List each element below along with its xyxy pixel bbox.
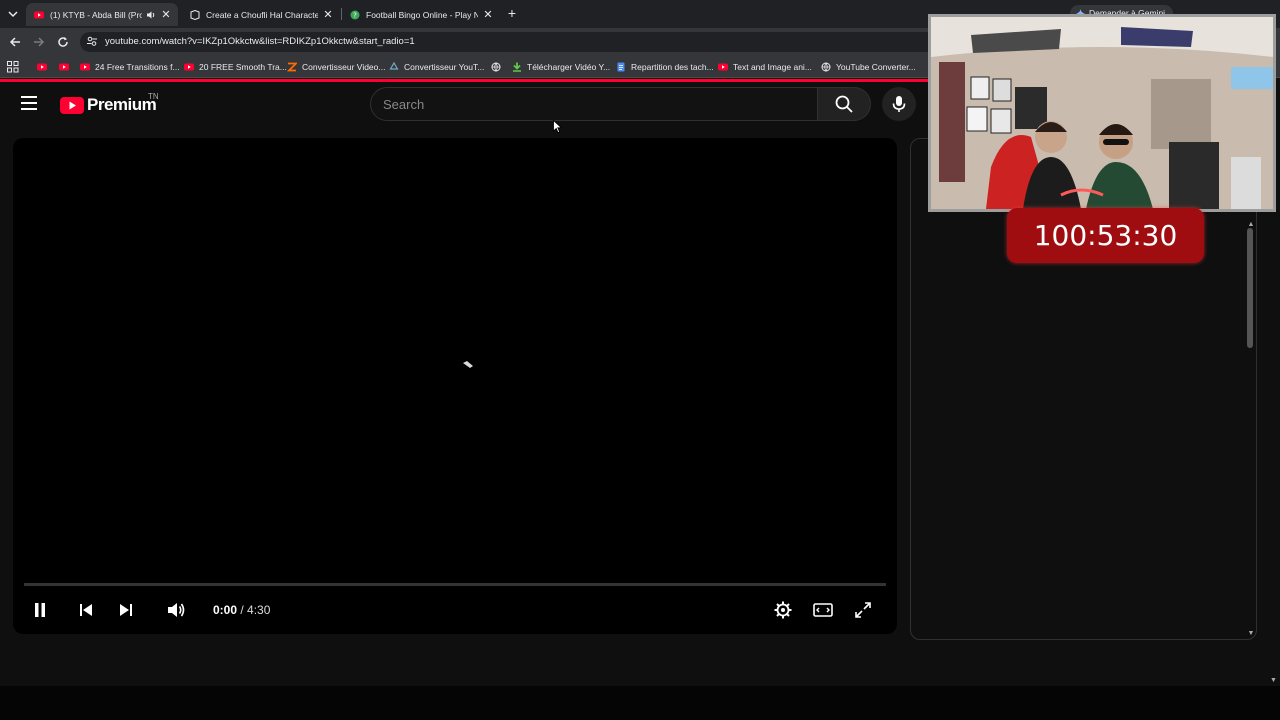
scroll-down-icon[interactable]: ▼ <box>1247 630 1255 637</box>
bookmark-item[interactable] <box>491 60 506 74</box>
tab-football-bingo[interactable]: ? Football Bingo Online - Play N ✕ <box>342 3 500 26</box>
settings-button[interactable] <box>773 600 793 620</box>
page-scroll-down-icon[interactable]: ▼ <box>1270 677 1277 684</box>
close-tab-icon[interactable]: ✕ <box>322 9 334 21</box>
loading-spinner-icon <box>463 361 473 368</box>
previous-button[interactable] <box>76 600 96 620</box>
webcam-overlay <box>928 14 1276 212</box>
reload-icon[interactable] <box>56 35 70 49</box>
next-button[interactable] <box>116 600 136 620</box>
docs-icon <box>616 62 626 72</box>
bookmark-label: YouTube Converter... <box>836 62 916 72</box>
apps-grid-icon[interactable] <box>7 61 19 73</box>
pause-button[interactable] <box>30 600 50 620</box>
theater-mode-button[interactable] <box>813 600 833 620</box>
gear-icon <box>774 601 792 619</box>
tab-title: Football Bingo Online - Play N <box>366 9 478 20</box>
youtube-icon <box>34 10 44 20</box>
volume-icon <box>168 603 185 617</box>
recycle-icon <box>389 62 399 72</box>
tab-search-chevron-icon[interactable] <box>6 7 20 21</box>
logo-text: Premium <box>87 95 157 114</box>
time-display: 0:00 / 4:30 <box>213 603 270 617</box>
volume-button[interactable] <box>166 600 186 620</box>
menu-icon[interactable] <box>21 96 39 110</box>
site-settings-icon[interactable] <box>86 35 98 47</box>
youtube-icon <box>184 62 194 72</box>
tab-title: (1) KTYB - Abda Bill (Prod B <box>50 9 142 20</box>
youtube-icon <box>37 62 47 72</box>
tab-choufli-hal[interactable]: Create a Choufli Hal Character ✕ <box>182 3 340 26</box>
search-input[interactable] <box>383 95 803 113</box>
search-icon <box>835 95 853 113</box>
bookmark-item[interactable]: Convertisseur YouT... <box>389 60 484 74</box>
bookmark-item[interactable]: 24 Free Transitions f... <box>80 60 180 74</box>
current-time: 0:00 <box>213 603 238 617</box>
forward-arrow-icon[interactable] <box>32 35 46 49</box>
green-circle-icon: ? <box>350 10 360 20</box>
back-arrow-icon[interactable] <box>8 35 22 49</box>
skip-previous-icon <box>80 604 92 616</box>
voice-search-button[interactable] <box>882 87 916 121</box>
youtube-icon <box>59 62 69 72</box>
new-tab-button[interactable]: + <box>505 6 519 20</box>
bookmark-item[interactable]: Télécharger Vidéo Y... <box>512 60 610 74</box>
close-tab-icon[interactable]: ✕ <box>482 9 494 21</box>
tab-title: Create a Choufli Hal Character <box>206 9 318 20</box>
bookmark-label: 20 FREE Smooth Tra... <box>199 62 287 72</box>
microphone-icon <box>892 96 906 112</box>
svg-text:?: ? <box>353 11 357 19</box>
page-footer-strip <box>0 686 1280 720</box>
bookmark-item[interactable]: Convertisseur Video... <box>287 60 385 74</box>
globe-icon <box>821 62 831 72</box>
bookmark-label: Repartition des tach... <box>631 62 714 72</box>
bookmark-label: 24 Free Transitions f... <box>95 62 180 72</box>
webcam-image <box>931 17 1273 209</box>
search-button[interactable] <box>817 87 871 121</box>
country-code: TN <box>148 92 159 101</box>
bookmark-item[interactable] <box>59 60 74 74</box>
youtube-logo-icon <box>60 96 84 114</box>
bookmark-label: Convertisseur Video... <box>302 62 386 72</box>
mouse-cursor-icon <box>553 120 562 133</box>
video-player[interactable] <box>13 138 897 634</box>
bookmark-item[interactable] <box>37 60 52 74</box>
fullscreen-button[interactable] <box>853 600 873 620</box>
z-icon <box>287 62 297 72</box>
bookmark-label: Text and Image ani... <box>733 62 812 72</box>
youtube-icon <box>80 62 90 72</box>
panel-scrollbar[interactable] <box>1247 228 1253 348</box>
bookmark-label: Convertisseur YouT... <box>404 62 485 72</box>
time-separator: / <box>237 603 248 617</box>
scroll-up-icon[interactable]: ▲ <box>1247 221 1255 228</box>
speaker-icon[interactable] <box>146 10 156 20</box>
theater-mode-icon <box>813 603 833 617</box>
bookmark-item[interactable]: YouTube Converter... <box>821 60 916 74</box>
url-text[interactable]: youtube.com/watch?v=IKZp1Okkctw&list=RDI… <box>105 35 415 48</box>
bookmark-item[interactable]: 20 FREE Smooth Tra... <box>184 60 287 74</box>
duration: 4:30 <box>247 603 271 617</box>
pause-icon <box>35 603 45 617</box>
fullscreen-expand-icon <box>855 602 871 618</box>
skip-next-icon <box>120 604 132 616</box>
download-icon <box>512 62 522 72</box>
page-icon <box>190 9 200 20</box>
bookmark-item[interactable]: Text and Image ani... <box>718 60 812 74</box>
bookmark-label: Télécharger Vidéo Y... <box>527 62 611 72</box>
tab-ktyb[interactable]: (1) KTYB - Abda Bill (Prod B ✕ <box>26 3 178 26</box>
close-tab-icon[interactable]: ✕ <box>160 9 172 21</box>
countdown-timer: 100:53:30 <box>1007 208 1204 263</box>
bookmark-item[interactable]: Repartition des tach... <box>616 60 714 74</box>
youtube-icon <box>718 62 728 72</box>
video-progress-bar[interactable] <box>24 583 886 586</box>
youtube-premium-logo[interactable]: Premium <box>60 95 157 115</box>
globe-icon <box>491 62 501 72</box>
